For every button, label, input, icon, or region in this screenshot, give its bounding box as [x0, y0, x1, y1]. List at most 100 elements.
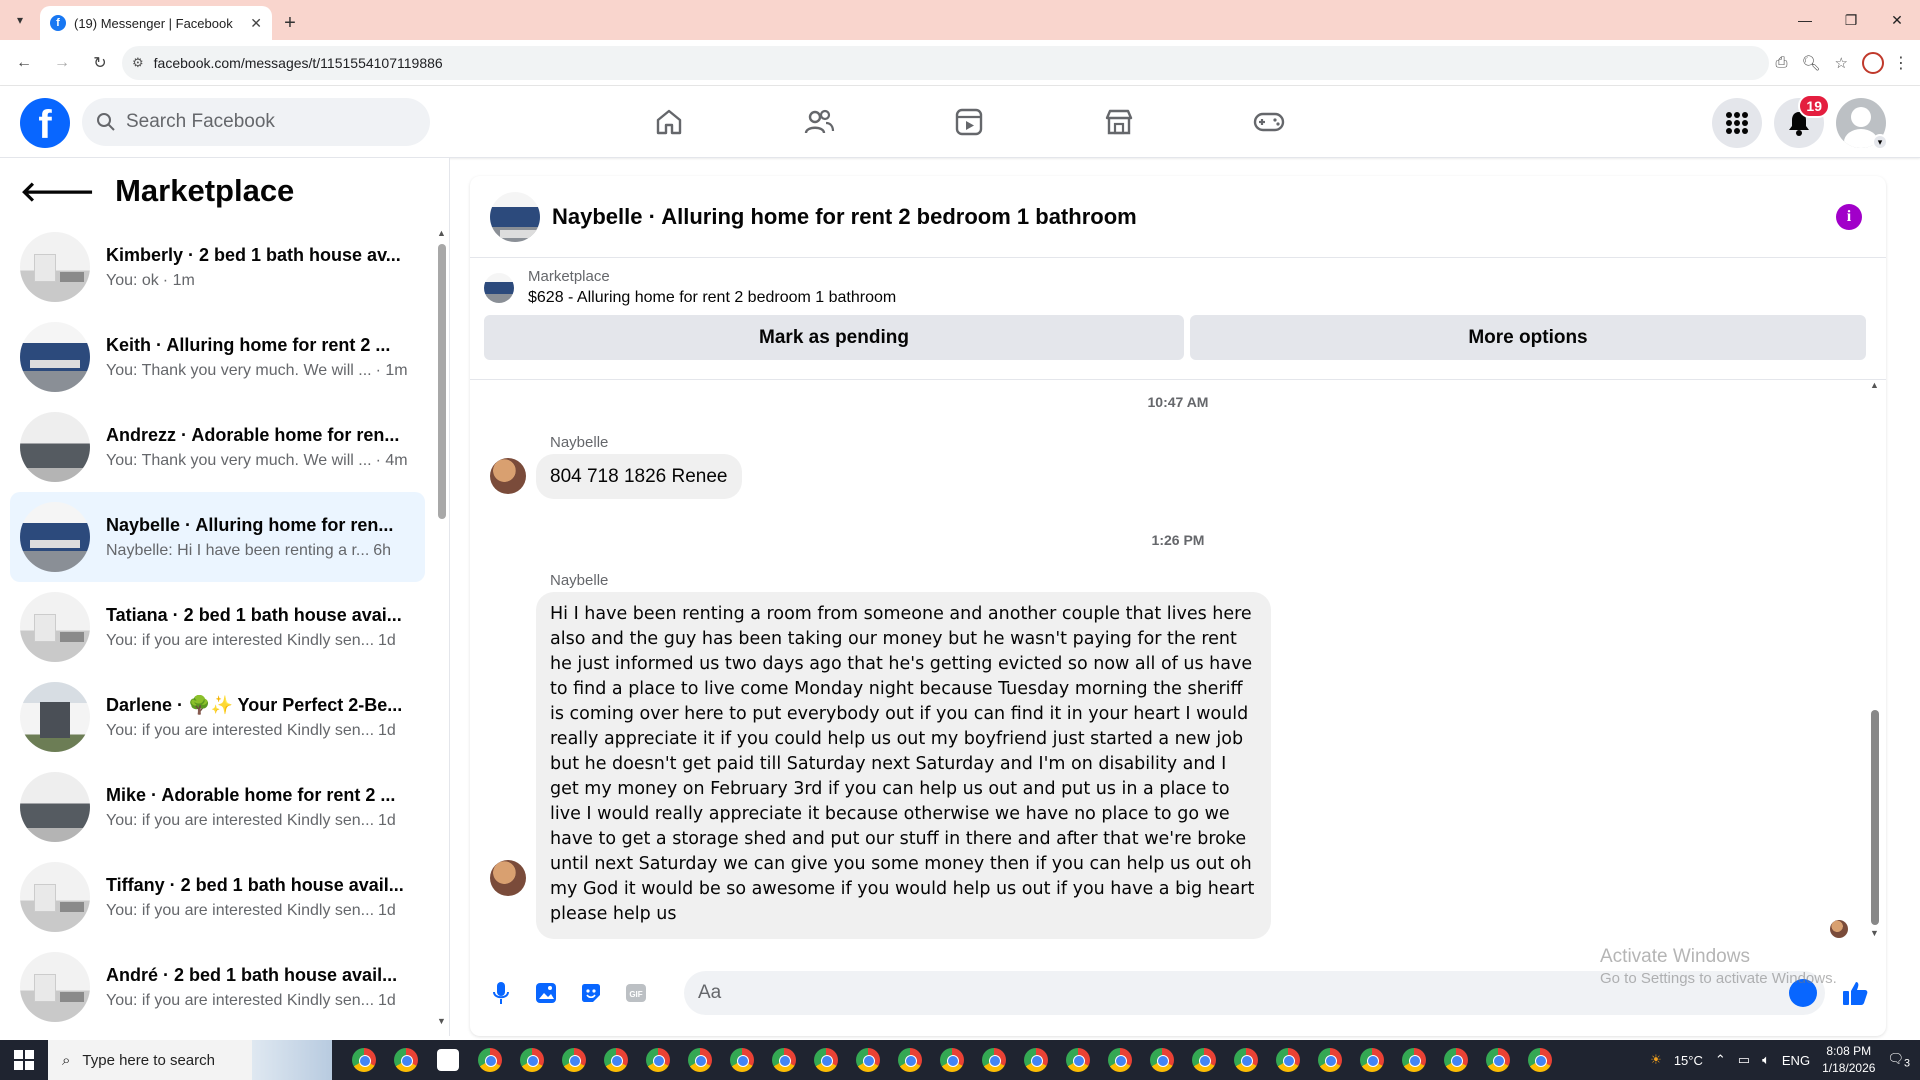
- scroll-down-icon[interactable]: ▼: [1870, 928, 1879, 938]
- taskbar-app-chrome-icon[interactable]: [892, 1040, 928, 1080]
- tab-search-chevron-icon[interactable]: ▾: [0, 0, 40, 40]
- forward-arrow-icon[interactable]: →: [46, 47, 78, 79]
- microphone-icon[interactable]: [486, 978, 516, 1008]
- taskbar-app-chrome-icon[interactable]: [1270, 1040, 1306, 1080]
- conversation-item[interactable]: Naybelle · Alluring home for ren... Naybe…: [10, 492, 425, 582]
- conversation-item[interactable]: Tiffany · 2 bed 1 bath house avail... You…: [10, 852, 425, 942]
- account-button[interactable]: ▾: [1836, 98, 1888, 150]
- message-bubble[interactable]: Hi I have been renting a room from someo…: [536, 592, 1271, 939]
- scrollbar-thumb[interactable]: [1871, 710, 1879, 925]
- conversation-item[interactable]: Mike · Adorable home for rent 2 ... You: …: [10, 762, 425, 852]
- taskbar-search-input[interactable]: ⌕ Type here to search: [48, 1040, 332, 1080]
- taskbar-app-chrome-icon[interactable]: [682, 1040, 718, 1080]
- taskbar-app-chrome-icon[interactable]: [976, 1040, 1012, 1080]
- taskbar-app-chrome-icon[interactable]: [1480, 1040, 1516, 1080]
- taskbar-app-chrome-icon[interactable]: [1018, 1040, 1054, 1080]
- taskbar-app-chrome-icon[interactable]: [640, 1040, 676, 1080]
- taskbar-app-chrome-icon[interactable]: [514, 1040, 550, 1080]
- conversation-item[interactable]: Darlene · 🌳✨ Your Perfect 2-Be... You: if…: [10, 672, 425, 762]
- nav-friends-icon[interactable]: [744, 86, 894, 158]
- taskbar-app-chrome-icon[interactable]: [472, 1040, 508, 1080]
- taskbar-app-chrome-icon[interactable]: [934, 1040, 970, 1080]
- nav-home-icon[interactable]: [594, 86, 744, 158]
- mark-as-pending-button[interactable]: Mark as pending: [484, 315, 1184, 360]
- taskbar-app-chrome-icon[interactable]: [1438, 1040, 1474, 1080]
- scrollbar-thumb[interactable]: [438, 244, 446, 519]
- conversation-item[interactable]: Kimberly · 2 bed 1 bath house av... You: …: [10, 222, 425, 312]
- sender-avatar[interactable]: [490, 860, 526, 896]
- chat-scrollbar[interactable]: ▲ ▼: [1870, 380, 1880, 940]
- taskbar-app-chrome-icon[interactable]: [598, 1040, 634, 1080]
- bookmark-star-icon[interactable]: ☆: [1835, 54, 1848, 72]
- browser-menu-icon[interactable]: ⋮: [1890, 53, 1912, 73]
- more-options-button[interactable]: More options: [1190, 315, 1866, 360]
- facebook-logo-icon[interactable]: f: [20, 98, 70, 148]
- scroll-up-icon[interactable]: ▲: [437, 228, 446, 238]
- restore-icon[interactable]: ❐: [1828, 0, 1874, 40]
- taskbar-app-chrome-icon[interactable]: [1312, 1040, 1348, 1080]
- taskbar-app-chrome-icon[interactable]: [724, 1040, 760, 1080]
- conversation-item[interactable]: André · 2 bed 1 bath house avail... You: …: [10, 942, 425, 1032]
- temperature[interactable]: 15°C: [1674, 1053, 1703, 1068]
- info-icon[interactable]: i: [1836, 204, 1862, 230]
- browser-profile-icon[interactable]: [1862, 51, 1884, 74]
- listing-thumbnail[interactable]: [490, 191, 540, 242]
- notification-center-icon[interactable]: 🗨︎3: [1887, 1051, 1910, 1070]
- taskbar-app-chrome-icon[interactable]: [1060, 1040, 1096, 1080]
- gif-icon[interactable]: GIF: [621, 978, 651, 1008]
- taskbar-app-chrome-icon[interactable]: [346, 1040, 382, 1080]
- minimize-icon[interactable]: —: [1782, 0, 1828, 40]
- conversation-item[interactable]: Andrezz · Adorable home for ren... You: T…: [10, 402, 425, 492]
- message-bubble[interactable]: 804 718 1826 Renee: [536, 454, 742, 499]
- sender-avatar[interactable]: [490, 458, 526, 494]
- taskbar-app-chrome-icon[interactable]: [556, 1040, 592, 1080]
- conversation-item[interactable]: Tatiana · 2 bed 1 bath house avai... You:…: [10, 582, 425, 672]
- notifications-button[interactable]: 19: [1774, 94, 1830, 148]
- taskbar-app-chrome-icon[interactable]: [1228, 1040, 1264, 1080]
- back-arrow-icon[interactable]: ←: [8, 47, 40, 79]
- site-info-icon[interactable]: ⚙: [132, 55, 144, 71]
- tray-chevron-icon[interactable]: ⌃: [1715, 1052, 1726, 1068]
- url-bar[interactable]: ⚙ facebook.com/messages/t/11515541071198…: [122, 45, 1770, 80]
- language-indicator[interactable]: ENG: [1782, 1053, 1810, 1068]
- weather-icon[interactable]: ☀: [1650, 1052, 1662, 1068]
- nav-gaming-icon[interactable]: [1194, 86, 1344, 158]
- nav-video-icon[interactable]: [894, 86, 1044, 158]
- conversation-item[interactable]: Keith · Alluring home for rent 2 ... You:…: [10, 312, 425, 402]
- chat-title[interactable]: Naybelle · Alluring home for rent 2 bedr…: [552, 204, 1137, 230]
- like-thumbs-up-icon[interactable]: [1840, 978, 1870, 1008]
- reload-icon[interactable]: ↻: [84, 47, 116, 79]
- network-icon[interactable]: ▭: [1738, 1052, 1750, 1068]
- zoom-icon[interactable]: 🔍︎: [1802, 54, 1821, 72]
- windows-start-icon[interactable]: [0, 1040, 48, 1080]
- taskbar-app-chrome-icon[interactable]: [1396, 1040, 1432, 1080]
- taskbar-app-chrome-icon[interactable]: [1102, 1040, 1138, 1080]
- volume-icon[interactable]: 🔈︎: [1762, 1052, 1770, 1068]
- taskbar-app-chrome-icon[interactable]: [1186, 1040, 1222, 1080]
- tab-close-icon[interactable]: ✕: [250, 15, 262, 32]
- emoji-icon[interactable]: [1789, 979, 1817, 1007]
- scroll-up-icon[interactable]: ▲: [1870, 380, 1879, 390]
- taskbar-app-chrome-icon[interactable]: [1144, 1040, 1180, 1080]
- facebook-search-input[interactable]: Search Facebook: [82, 98, 430, 146]
- taskbar-app-chrome-icon[interactable]: [808, 1040, 844, 1080]
- taskbar-app-capcut-icon[interactable]: [430, 1040, 466, 1080]
- taskbar-app-chrome-icon[interactable]: [1354, 1040, 1390, 1080]
- taskbar-app-chrome-icon[interactable]: [850, 1040, 886, 1080]
- taskbar-app-chrome-icon[interactable]: [1522, 1040, 1558, 1080]
- message-input[interactable]: Aa: [684, 971, 1825, 1015]
- taskbar-app-chrome-icon[interactable]: [766, 1040, 802, 1080]
- sticker-icon[interactable]: [576, 978, 606, 1008]
- back-arrow-icon[interactable]: 🡐: [20, 174, 95, 208]
- close-window-icon[interactable]: ✕: [1874, 0, 1920, 40]
- new-tab-button[interactable]: +: [272, 6, 308, 40]
- conversation-scrollbar[interactable]: ▲ ▼: [437, 228, 447, 1028]
- browser-tab[interactable]: f (19) Messenger | Facebook ✕: [40, 6, 272, 40]
- scroll-down-icon[interactable]: ▼: [437, 1016, 446, 1026]
- taskbar-app-chrome-icon[interactable]: [388, 1040, 424, 1080]
- photo-icon[interactable]: [531, 978, 561, 1008]
- clock[interactable]: 8:08 PM 1/18/2026: [1822, 1043, 1875, 1077]
- install-app-icon[interactable]: ⎙: [1775, 54, 1787, 72]
- listing-summary[interactable]: Marketplace $628 - Alluring home for ren…: [484, 268, 1872, 307]
- nav-marketplace-icon[interactable]: [1044, 86, 1194, 158]
